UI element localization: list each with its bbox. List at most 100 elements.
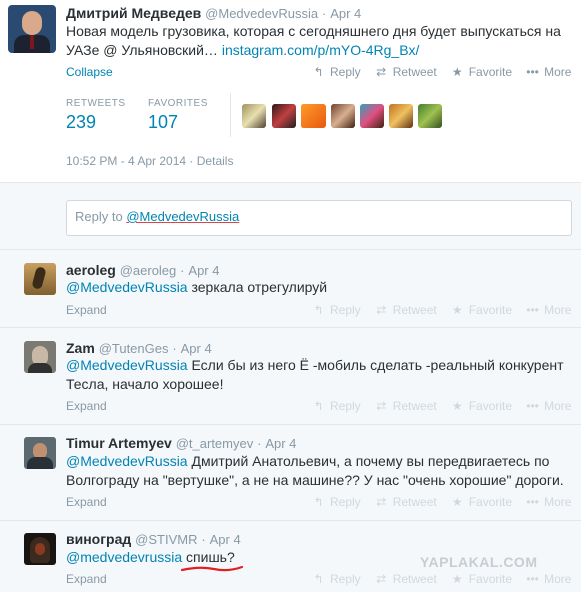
favorites-label: FAVORITES — [148, 98, 208, 109]
reply-icon: ↰ — [313, 495, 324, 509]
favoriter-avatar[interactable] — [331, 104, 355, 128]
retweet-icon: ⇄ — [376, 495, 387, 509]
details-link[interactable]: Details — [197, 154, 234, 168]
more-button[interactable]: ••• More — [526, 399, 571, 413]
author-handle[interactable]: @aeroleg — [120, 263, 177, 278]
mention-link[interactable]: @MedvedevRussia — [66, 279, 188, 295]
reply-button[interactable]: ↰ Reply — [312, 495, 360, 509]
reply-input[interactable]: Reply to @MedvedevRussia — [66, 200, 572, 236]
reply-icon: ↰ — [313, 65, 324, 79]
avatar[interactable] — [24, 263, 56, 295]
star-icon: ★ — [451, 572, 463, 586]
mention-link[interactable]: @medvedevrussia — [66, 549, 182, 565]
more-button[interactable]: ••• More — [526, 495, 571, 509]
retweets-label: RETWEETS — [66, 98, 126, 109]
expand-link[interactable]: Expand — [66, 495, 107, 509]
separator: · — [321, 6, 327, 21]
retweet-icon: ⇄ — [376, 572, 387, 586]
retweet-button[interactable]: ⇄ Retweet — [375, 65, 437, 79]
watermark: YAPLAKAL.COM — [420, 554, 538, 570]
more-dots-icon: ••• — [526, 495, 539, 509]
star-icon: ★ — [451, 399, 463, 413]
reply-icon: ↰ — [313, 572, 324, 586]
tweet-text: Новая модель грузовика, которая с сегодн… — [66, 22, 576, 60]
expand-link[interactable]: Expand — [66, 572, 107, 586]
avatar[interactable] — [24, 533, 56, 565]
main-tweet: Дмитрий Медведев @MedvedevRussia · Apr 4… — [0, 0, 581, 183]
favoriter-avatar[interactable] — [301, 104, 325, 128]
avatar[interactable] — [24, 437, 56, 469]
favorites-count[interactable]: 107 — [148, 112, 178, 133]
stats-divider — [230, 93, 231, 137]
reply-button[interactable]: ↰ Reply — [312, 65, 360, 79]
author-name[interactable]: aeroleg — [66, 262, 116, 278]
reply-icon: ↰ — [313, 303, 324, 317]
avatar[interactable] — [8, 5, 56, 53]
reply-tweet: aeroleg @aeroleg · Apr 4 @MedvedevRussia… — [0, 250, 581, 328]
reply-mention: @MedvedevRussia — [126, 209, 240, 224]
favorite-button[interactable]: ★ Favorite — [451, 572, 512, 586]
more-dots-icon: ••• — [526, 399, 539, 413]
tweet-actions: ↰ Reply ⇄ Retweet ★ Favorite ••• More — [312, 303, 571, 317]
tweet-text: @MedvedevRussia Если бы из него Ё -мобил… — [66, 357, 564, 392]
more-button[interactable]: ••• More — [526, 65, 571, 79]
reply-icon: ↰ — [313, 399, 324, 413]
author-name[interactable]: Timur Artemyev — [66, 435, 172, 451]
more-button[interactable]: ••• More — [526, 572, 571, 586]
mention-link[interactable]: @MedvedevRussia — [66, 453, 188, 469]
instagram-link[interactable]: instagram.com/p/mYO-4Rg_Bx/ — [222, 42, 420, 58]
author-handle[interactable]: @TutenGes — [99, 341, 169, 356]
favoriter-avatar[interactable] — [418, 104, 442, 128]
tweet-header: Zam @TutenGes · Apr 4 — [66, 340, 212, 356]
favoriter-avatar[interactable] — [272, 104, 296, 128]
reply-button[interactable]: ↰ Reply — [312, 399, 360, 413]
avatar[interactable] — [24, 341, 56, 373]
star-icon: ★ — [451, 495, 463, 509]
author-name[interactable]: виноград — [66, 531, 131, 547]
author-handle[interactable]: @MedvedevRussia — [205, 6, 318, 21]
tweet-actions: ↰ Reply ⇄ Retweet ★ Favorite ••• More — [312, 572, 571, 586]
tweet-actions: ↰ Reply ⇄ Retweet ★ Favorite ••• More — [312, 399, 571, 413]
tweet-time[interactable]: Apr 4 — [265, 436, 296, 451]
reply-button[interactable]: ↰ Reply — [312, 572, 360, 586]
author-handle[interactable]: @t_artemyev — [176, 436, 254, 451]
expand-link[interactable]: Expand — [66, 303, 107, 317]
retweets-count[interactable]: 239 — [66, 112, 96, 133]
favoriter-avatar[interactable] — [242, 104, 266, 128]
tweet-time[interactable]: Apr 4 — [181, 341, 212, 356]
favoriter-avatar[interactable] — [360, 104, 384, 128]
more-dots-icon: ••• — [526, 303, 539, 317]
author-name[interactable]: Дмитрий Медведев — [66, 5, 201, 21]
red-underline-annotation — [180, 565, 244, 572]
retweet-button[interactable]: ⇄ Retweet — [375, 399, 437, 413]
tweet-actions: ↰ Reply ⇄ Retweet ★ Favorite ••• More — [312, 65, 571, 79]
tweet-time[interactable]: Apr 4 — [188, 263, 219, 278]
tweet-header: виноград @STIVMR · Apr 4 — [66, 531, 241, 547]
reply-button[interactable]: ↰ Reply — [312, 303, 360, 317]
favorite-button[interactable]: ★ Favorite — [451, 399, 512, 413]
tweet-meta: 10:52 PM - 4 Apr 2014 · Details — [66, 154, 234, 168]
tweet-actions: ↰ Reply ⇄ Retweet ★ Favorite ••• More — [312, 495, 571, 509]
retweet-button[interactable]: ⇄ Retweet — [375, 303, 437, 317]
expand-link[interactable]: Expand — [66, 399, 107, 413]
retweet-icon: ⇄ — [376, 65, 387, 79]
reply-area: Reply to @MedvedevRussia — [0, 183, 581, 250]
author-name[interactable]: Zam — [66, 340, 95, 356]
tweet-text: @MedvedevRussia зеркала отрегулируй — [66, 279, 328, 295]
tweet-header: Timur Artemyev @t_artemyev · Apr 4 — [66, 435, 297, 451]
favorite-button[interactable]: ★ Favorite — [451, 65, 512, 79]
favorite-button[interactable]: ★ Favorite — [451, 303, 512, 317]
reply-tweet: Timur Artemyev @t_artemyev · Apr 4 @Medv… — [0, 425, 581, 521]
retweet-button[interactable]: ⇄ Retweet — [375, 572, 437, 586]
tweet-time[interactable]: Apr 4 — [330, 6, 361, 21]
tweet-time[interactable]: Apr 4 — [210, 532, 241, 547]
mention-link[interactable]: @MedvedevRussia — [66, 357, 188, 373]
tweet-timestamp[interactable]: 10:52 PM - 4 Apr 2014 — [66, 154, 186, 168]
favoriter-avatar[interactable] — [389, 104, 413, 128]
collapse-link[interactable]: Collapse — [66, 65, 113, 79]
more-button[interactable]: ••• More — [526, 303, 571, 317]
tweet-text: @MedvedevRussia Дмитрий Анатольевич, а п… — [66, 453, 564, 488]
favorite-button[interactable]: ★ Favorite — [451, 495, 512, 509]
author-handle[interactable]: @STIVMR — [135, 532, 197, 547]
retweet-button[interactable]: ⇄ Retweet — [375, 495, 437, 509]
